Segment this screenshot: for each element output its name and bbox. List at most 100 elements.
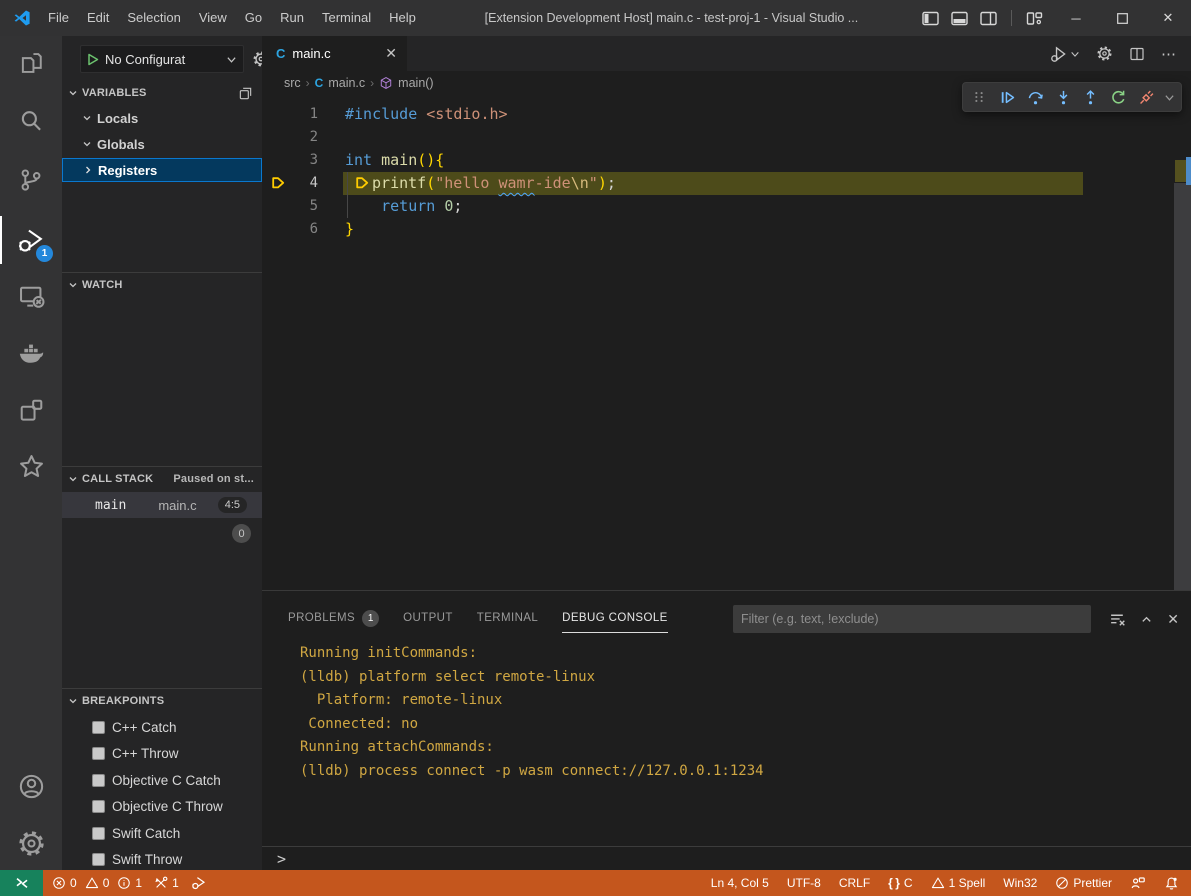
glyph-margin[interactable]: [262, 218, 292, 241]
search-icon[interactable]: [0, 97, 62, 145]
code-line-4[interactable]: 4 printf("hello wamr-ide\n");: [262, 172, 1174, 195]
breakpoint-checkbox[interactable]: [92, 721, 105, 734]
collapse-all-icon[interactable]: [238, 86, 253, 101]
glyph-margin[interactable]: [262, 195, 292, 218]
feedback-status[interactable]: [1130, 875, 1146, 891]
blocks-icon[interactable]: [0, 386, 62, 434]
debug-current-line-arrow-icon[interactable]: [262, 172, 292, 195]
glyph-margin[interactable]: [262, 103, 292, 126]
source-control-icon[interactable]: [0, 156, 62, 204]
panel-tab-output[interactable]: OUTPUT: [403, 601, 453, 635]
breadcrumb-src[interactable]: src: [284, 76, 301, 90]
platform-status[interactable]: Win32: [1003, 876, 1037, 890]
breakpoint-checkbox[interactable]: [92, 747, 105, 760]
docker-icon[interactable]: [0, 329, 62, 377]
toolbar-gripper-icon[interactable]: [969, 85, 990, 109]
code-line-3[interactable]: 3int main(){: [262, 149, 1174, 172]
more-actions-icon[interactable]: ⋯: [1161, 45, 1177, 63]
breadcrumb-symbol[interactable]: main(): [398, 76, 433, 90]
variables-scope-locals[interactable]: Locals: [62, 106, 262, 130]
menu-go[interactable]: Go: [236, 6, 271, 30]
run-debug-file-button[interactable]: [1050, 45, 1080, 63]
step-over-button[interactable]: [1025, 85, 1046, 109]
run-and-debug-icon[interactable]: 1: [0, 216, 62, 264]
glyph-margin[interactable]: [262, 126, 292, 149]
breakpoints-section-header[interactable]: BREAKPOINTS: [62, 690, 262, 712]
menu-view[interactable]: View: [190, 6, 236, 30]
toggle-sidebar-icon[interactable]: [922, 11, 939, 26]
continue-button[interactable]: [997, 85, 1018, 109]
close-tab-icon[interactable]: ✕: [385, 45, 397, 62]
code-area[interactable]: 1#include <stdio.h>23int main(){4 printf…: [262, 95, 1191, 590]
code-line-6[interactable]: 6}: [262, 218, 1174, 241]
customize-layout-icon[interactable]: [1026, 11, 1043, 26]
maximize-panel-icon[interactable]: [1140, 613, 1153, 626]
variables-section-header[interactable]: VARIABLES: [62, 82, 262, 104]
config-dropdown[interactable]: No Configurat: [80, 45, 244, 73]
breakpoint-item-swift-catch[interactable]: Swift Catch: [62, 820, 262, 847]
step-out-button[interactable]: [1080, 85, 1101, 109]
launch-config-gear-icon[interactable]: [252, 50, 262, 68]
close-panel-icon[interactable]: ✕: [1167, 611, 1179, 628]
step-into-button[interactable]: [1053, 85, 1074, 109]
minimize-button[interactable]: ─: [1053, 0, 1099, 36]
editor-scrollbar[interactable]: [1174, 95, 1191, 590]
code-line-2[interactable]: 2: [262, 126, 1174, 149]
problems-status[interactable]: 0 0 1: [52, 876, 142, 890]
breakpoint-item-c-throw[interactable]: C++ Throw: [62, 741, 262, 768]
language-mode-status[interactable]: { } C: [888, 876, 912, 890]
tab-main-c[interactable]: C main.c ✕: [262, 36, 407, 71]
menu-edit[interactable]: Edit: [78, 6, 118, 30]
glyph-margin[interactable]: [262, 149, 292, 172]
variables-scope-globals[interactable]: Globals: [62, 132, 262, 156]
encoding-status[interactable]: UTF-8: [787, 876, 821, 890]
watch-section-header[interactable]: WATCH: [62, 274, 262, 296]
notifications-bell[interactable]: [1164, 876, 1179, 891]
clear-console-icon[interactable]: [1109, 611, 1126, 628]
breakpoint-checkbox[interactable]: [92, 827, 105, 840]
panel-tab-debug-console[interactable]: DEBUG CONSOLE: [562, 601, 668, 635]
debug-console-filter-input[interactable]: [733, 605, 1091, 633]
maximize-button[interactable]: [1099, 0, 1145, 36]
debug-status-icon-item[interactable]: [191, 875, 207, 891]
call-stack-section-header[interactable]: CALL STACK Paused on st...: [62, 468, 262, 490]
menu-selection[interactable]: Selection: [118, 6, 189, 30]
restart-button[interactable]: [1108, 85, 1129, 109]
account-icon[interactable]: [0, 762, 62, 810]
toggle-panel-icon[interactable]: [951, 11, 968, 26]
breakpoint-checkbox[interactable]: [92, 800, 105, 813]
menu-run[interactable]: Run: [271, 6, 313, 30]
breakpoint-checkbox[interactable]: [92, 774, 105, 787]
scrollbar-slider[interactable]: [1174, 183, 1191, 590]
cursor-position-status[interactable]: Ln 4, Col 5: [711, 876, 769, 890]
code-line-5[interactable]: 5 return 0;: [262, 195, 1174, 218]
star-icon[interactable]: [0, 442, 62, 490]
remote-explorer-icon[interactable]: [0, 272, 62, 320]
split-editor-icon[interactable]: [1129, 46, 1145, 62]
explorer-icon[interactable]: [0, 39, 62, 87]
menu-help[interactable]: Help: [380, 6, 425, 30]
breakpoint-checkbox[interactable]: [92, 853, 105, 866]
remote-indicator[interactable]: [0, 870, 43, 896]
menu-terminal[interactable]: Terminal: [313, 6, 380, 30]
tools-status[interactable]: 1: [154, 876, 179, 890]
debug-console-input-row[interactable]: >: [262, 846, 1191, 871]
spell-checker-status[interactable]: 1 Spell: [931, 876, 986, 890]
editor-settings-gear-icon[interactable]: [1096, 45, 1113, 62]
settings-gear-icon[interactable]: [0, 819, 62, 867]
breakpoint-item-swift-throw[interactable]: Swift Throw: [62, 847, 262, 871]
toggle-secondary-sidebar-icon[interactable]: [980, 11, 997, 26]
close-window-button[interactable]: ✕: [1145, 0, 1191, 36]
stack-frame-row[interactable]: main main.c 4:5: [62, 492, 262, 518]
breadcrumb-file[interactable]: main.c: [328, 76, 365, 90]
debug-session-chevron-icon[interactable]: [1164, 92, 1175, 103]
panel-tab-problems[interactable]: PROBLEMS1: [288, 601, 379, 635]
menu-file[interactable]: File: [39, 6, 78, 30]
formatter-status[interactable]: Prettier: [1055, 876, 1112, 890]
variables-scope-registers[interactable]: Registers: [62, 158, 262, 182]
disconnect-button[interactable]: [1136, 85, 1157, 109]
panel-tab-terminal[interactable]: TERMINAL: [477, 601, 538, 635]
breakpoint-item-objective-c-catch[interactable]: Objective C Catch: [62, 767, 262, 794]
breakpoint-item-c-catch[interactable]: C++ Catch: [62, 714, 262, 741]
breakpoint-item-objective-c-throw[interactable]: Objective C Throw: [62, 794, 262, 821]
